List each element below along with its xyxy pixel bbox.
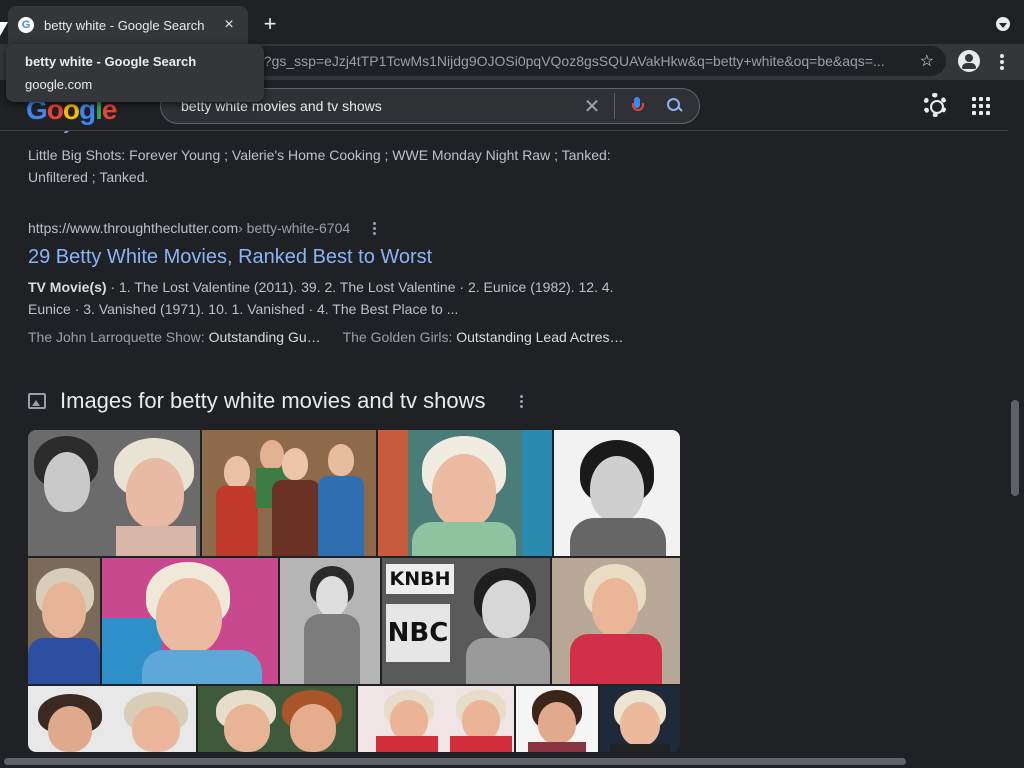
knbh-sign: KNBH [386, 564, 454, 594]
result-snippet-tvguide: Little Big Shots: Forever Young ; Valeri… [28, 147, 611, 185]
url-text[interactable]: h?gs_ssp=eJzj4tTP1TcwMs1Nijdg9OJOSi0pqVQ… [256, 53, 912, 69]
sitelink-golden-girls[interactable]: The Golden Girls: Outstanding Lead Actre… [343, 326, 624, 348]
image-thumbnail[interactable] [28, 558, 100, 684]
images-heading[interactable]: Images for betty white movies and tv sho… [60, 388, 486, 414]
image-thumbnail[interactable] [28, 686, 196, 752]
profile-icon[interactable] [958, 50, 980, 72]
clear-icon[interactable]: ✕ [580, 94, 604, 119]
new-tab-button[interactable]: + [258, 12, 282, 36]
bookmark-star-icon[interactable]: ☆ [920, 51, 934, 71]
browser-menu-icon[interactable] [994, 51, 1010, 73]
tab-close-icon[interactable]: × [220, 16, 238, 34]
horizontal-scrollbar-thumb[interactable] [4, 758, 906, 765]
search-result-throughtheclutter: https://www.throughtheclutter.com › bett… [28, 220, 668, 348]
result-snippet-throughtheclutter: TV Movie(s) · 1. The Lost Valentine (201… [28, 279, 614, 317]
vertical-scrollbar-thumb[interactable] [1011, 400, 1019, 496]
image-grid: KNBH NBC [28, 430, 680, 752]
images-section: Images for betty white movies and tv sho… [28, 386, 680, 752]
sitelink-larroquette[interactable]: The John Larroquette Show: Outstanding G… [28, 326, 321, 348]
tab-hover-card: betty white - Google Search google.com [6, 44, 264, 102]
image-thumbnail[interactable] [102, 558, 278, 684]
google-apps-icon[interactable] [972, 97, 990, 115]
image-thumbnail[interactable] [202, 430, 376, 556]
nbc-sign: NBC [386, 604, 450, 662]
cite-domain: https://www.throughtheclutter.com [28, 220, 239, 236]
image-thumbnail[interactable] [280, 558, 380, 684]
browser-tab[interactable]: G betty white - Google Search × [8, 6, 248, 44]
result-title-throughtheclutter[interactable]: 29 Betty White Movies, Ranked Best to Wo… [28, 244, 668, 270]
more-options-icon[interactable] [364, 221, 384, 236]
image-icon [28, 393, 46, 409]
result-citation[interactable]: https://www.throughtheclutter.com › bett… [28, 220, 668, 236]
images-header: Images for betty white movies and tv sho… [28, 386, 680, 416]
images-more-options-icon[interactable] [512, 394, 532, 409]
address-bar[interactable]: h?gs_ssp=eJzj4tTP1TcwMs1Nijdg9OJOSi0pqVQ… [246, 46, 946, 76]
image-thumbnail[interactable] [358, 686, 514, 752]
microphone-icon[interactable] [625, 94, 649, 118]
result-sitelinks: The John Larroquette Show: Outstanding G… [28, 326, 668, 348]
hover-card-domain: google.com [25, 77, 93, 92]
tab-title: betty white - Google Search [44, 17, 205, 33]
search-icon[interactable] [663, 94, 687, 118]
image-thumbnail[interactable] [198, 686, 356, 752]
tab-strip: G betty white - Google Search × + [0, 0, 1024, 48]
hover-card-title: betty white - Google Search [25, 54, 197, 69]
settings-gear-icon[interactable] [923, 93, 947, 117]
tab-search-icon[interactable] [996, 17, 1010, 31]
image-thumbnail[interactable] [516, 686, 598, 752]
image-thumbnail[interactable] [378, 430, 552, 556]
image-thumbnail[interactable] [600, 686, 680, 752]
search-divider [614, 93, 615, 119]
image-thumbnail[interactable] [554, 430, 680, 556]
cite-path: › betty-white-6704 [238, 220, 351, 236]
image-thumbnail[interactable] [28, 430, 200, 556]
google-favicon-icon: G [18, 17, 34, 33]
image-thumbnail[interactable]: KNBH NBC [382, 558, 550, 684]
mouse-cursor-icon [0, 22, 8, 36]
image-thumbnail[interactable] [552, 558, 680, 684]
